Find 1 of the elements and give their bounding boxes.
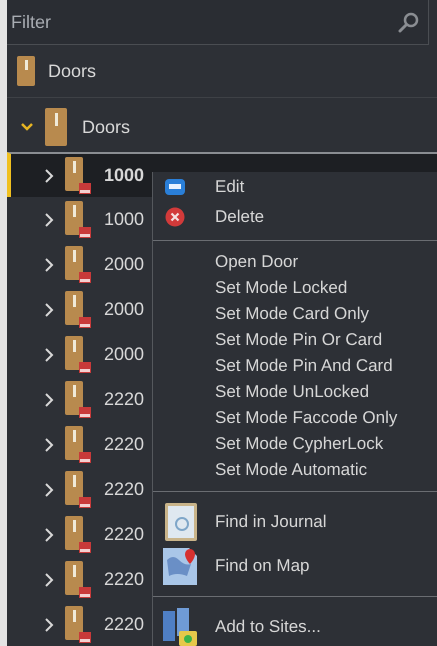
- section-title: Doors: [48, 60, 96, 82]
